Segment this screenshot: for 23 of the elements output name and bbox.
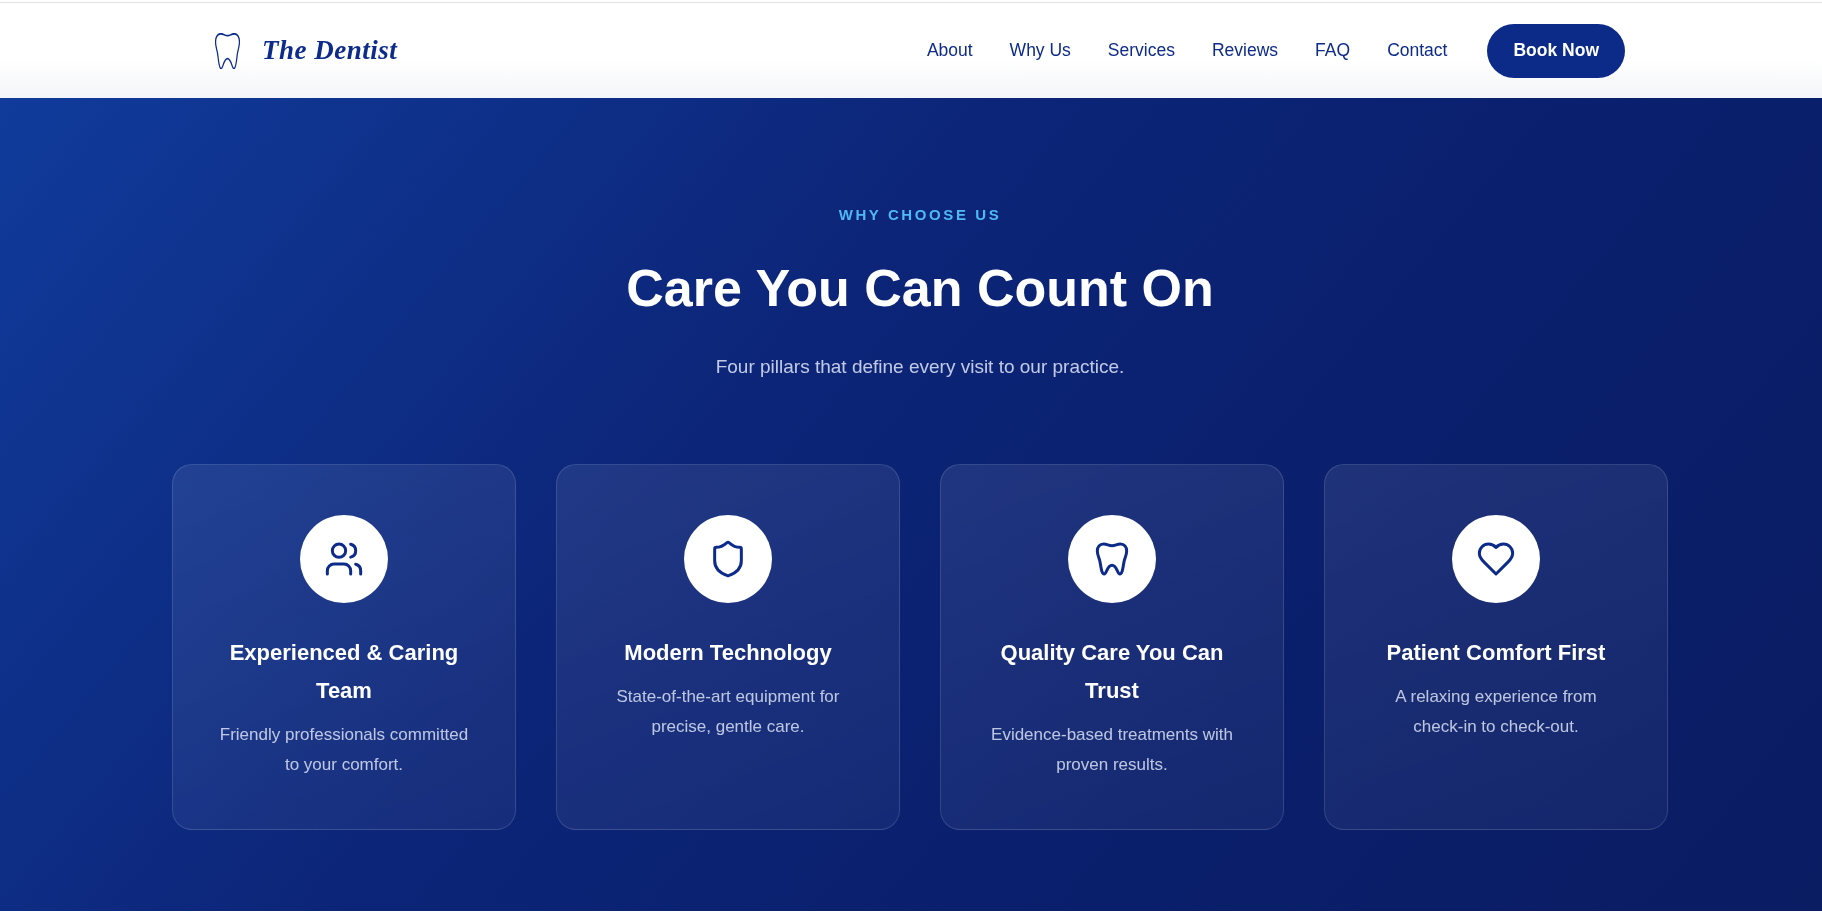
card-title: Quality Care You Can Trust xyxy=(999,639,1225,705)
nav-link[interactable]: Contact xyxy=(1387,40,1448,61)
book-now-button[interactable]: Book Now xyxy=(1487,23,1625,78)
nav-link[interactable]: Why Us xyxy=(1009,40,1071,61)
card-title: Experienced & Caring Team xyxy=(228,639,460,705)
shield-icon xyxy=(684,515,772,603)
nav-link[interactable]: About xyxy=(926,40,973,61)
logo-text[interactable]: The Dentist xyxy=(262,35,398,66)
card-description: A relaxing experience from check-in to check-out. xyxy=(1394,686,1598,738)
card-description: Evidence-based treatments with proven results. xyxy=(990,724,1234,776)
nav-link[interactable]: Services xyxy=(1107,40,1175,61)
nav-link[interactable]: FAQ xyxy=(1315,40,1351,61)
nav-link[interactable]: Reviews xyxy=(1211,40,1279,61)
section-eyebrow: WHY CHOOSE US xyxy=(838,205,1002,225)
card-title: Patient Comfort First xyxy=(1386,639,1606,667)
tooth-icon xyxy=(1068,515,1156,603)
card-title: Modern Technology xyxy=(624,639,832,667)
section-title: Care You Can Count On xyxy=(626,258,1214,319)
tooth-icon xyxy=(215,32,240,69)
people-icon xyxy=(300,515,388,603)
section-subtitle: Four pillars that define every visit to our practice. xyxy=(715,355,1125,379)
card-description: State-of-the-art equipment for precise, gentle care. xyxy=(615,686,841,738)
card-description: Friendly professionals committed to your comfort. xyxy=(218,724,470,776)
